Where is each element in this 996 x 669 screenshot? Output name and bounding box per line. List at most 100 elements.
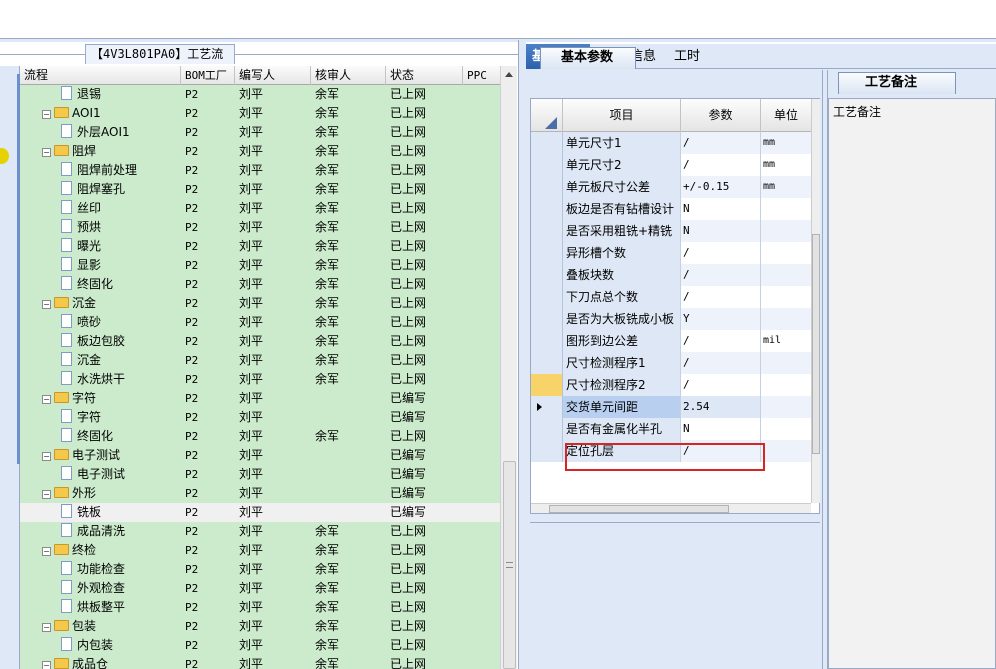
table-row[interactable]: 尺寸检测程序2/	[531, 374, 811, 396]
col-header-item[interactable]: 项目	[563, 99, 681, 132]
row-selector[interactable]	[531, 176, 563, 198]
table-row[interactable]: 单元尺寸2/mm	[531, 154, 811, 176]
row-selector[interactable]	[531, 242, 563, 264]
param-cell[interactable]: /	[681, 154, 761, 176]
tree-node[interactable]: 烘板整平	[61, 598, 125, 617]
param-cell[interactable]: N	[681, 220, 761, 242]
table-row[interactable]: 是否为大板铣成小板 Y	[531, 308, 811, 330]
param-cell[interactable]: N	[681, 418, 761, 440]
table-row[interactable]: 板边是否有钻槽设计 N	[531, 198, 811, 220]
collapse-icon[interactable]: −	[42, 547, 51, 556]
table-row[interactable]: 曝光 P2 刘平 余军 已上网	[20, 237, 500, 256]
col-header-bom[interactable]: BOM工厂	[181, 66, 235, 85]
tree-node[interactable]: 成品清洗	[61, 522, 125, 541]
select-all-corner[interactable]	[531, 99, 563, 132]
tree-node[interactable]: 曝光	[61, 237, 101, 256]
tree-node[interactable]: − 包装	[42, 617, 96, 636]
table-row[interactable]: − AOI1 P2 刘平 余军 已上网	[20, 104, 500, 123]
row-selector[interactable]	[531, 352, 563, 374]
row-selector[interactable]	[531, 220, 563, 242]
tree-node[interactable]: 板边包胶	[61, 332, 125, 351]
tree-node[interactable]: − 成品仓	[42, 655, 108, 669]
table-row[interactable]: 烘板整平 P2 刘平 余军 已上网	[20, 598, 500, 617]
table-row[interactable]: 异形槽个数 /	[531, 242, 811, 264]
table-row[interactable]: 阻焊塞孔 P2 刘平 余军 已上网	[20, 180, 500, 199]
row-selector[interactable]	[531, 154, 563, 176]
row-selector[interactable]	[531, 396, 563, 418]
table-row[interactable]: 图形到边公差 / mil	[531, 330, 811, 352]
table-row[interactable]: 丝印 P2 刘平 余军 已上网	[20, 199, 500, 218]
table-row[interactable]: 功能检查 P2 刘平 余军 已上网	[20, 560, 500, 579]
col-header-writer[interactable]: 编写人	[235, 66, 311, 85]
tree-node[interactable]: 外观检查	[61, 579, 125, 598]
table-row[interactable]: − 阻焊 P2 刘平 余军 已上网	[20, 142, 500, 161]
collapse-icon[interactable]: −	[42, 490, 51, 499]
left-collapsed-strip[interactable]	[0, 66, 20, 669]
tree-node[interactable]: 字符	[61, 408, 101, 427]
col-header-reviewer[interactable]: 核审人	[311, 66, 386, 85]
param-cell[interactable]: +/-0.15	[681, 176, 761, 198]
table-row[interactable]: − 包装 P2 刘平 余军 已上网	[20, 617, 500, 636]
scrollbar-thumb[interactable]	[549, 505, 729, 513]
table-row[interactable]: 水洗烘干 P2 刘平 余军 已上网	[20, 370, 500, 389]
table-row[interactable]: 字符 P2 刘平 已编写	[20, 408, 500, 427]
collapse-icon[interactable]: −	[42, 452, 51, 461]
tree-node[interactable]: 喷砂	[61, 313, 101, 332]
row-selector[interactable]	[531, 418, 563, 440]
table-row[interactable]: 电子测试 P2 刘平 已编写	[20, 465, 500, 484]
tree-node[interactable]: 终固化	[61, 275, 113, 294]
param-cell[interactable]: 2.54	[681, 396, 761, 418]
tree-node[interactable]: 沉金	[61, 351, 101, 370]
tree-node[interactable]: 显影	[61, 256, 101, 275]
table-row[interactable]: 是否采用粗铣+精铣 N	[531, 220, 811, 242]
tree-node[interactable]: 水洗烘干	[61, 370, 125, 389]
subtab-process-notes[interactable]: 工艺备注	[838, 72, 956, 94]
panel-splitter[interactable]	[518, 40, 526, 669]
col-header-ppc[interactable]: PPC	[463, 66, 500, 85]
table-row[interactable]: 交货单元间距 2.54	[531, 396, 811, 418]
tree-node[interactable]: 功能检查	[61, 560, 125, 579]
param-cell[interactable]: /	[681, 242, 761, 264]
scroll-up-icon[interactable]	[505, 72, 513, 77]
tree-node[interactable]: 阻焊前处理	[61, 161, 137, 180]
table-row[interactable]: − 字符 P2 刘平 已编写	[20, 389, 500, 408]
table-row[interactable]: 预烘 P2 刘平 余军 已上网	[20, 218, 500, 237]
table-row[interactable]: 终固化 P2 刘平 余军 已上网	[20, 275, 500, 294]
process-grid-scrollbar[interactable]	[500, 66, 517, 669]
row-selector[interactable]	[531, 440, 563, 462]
scrollbar-thumb[interactable]	[503, 461, 516, 669]
tab-work-hours[interactable]: 工时	[668, 44, 706, 69]
table-row[interactable]: 外层AOI1 P2 刘平 余军 已上网	[20, 123, 500, 142]
scrollbar-thumb[interactable]	[812, 234, 820, 454]
table-row[interactable]: 退锡 P2 刘平 余军 已上网	[20, 85, 500, 104]
table-row[interactable]: 下刀点总个数 /	[531, 286, 811, 308]
tree-node[interactable]: 铣板	[61, 503, 101, 522]
param-cell[interactable]: /	[681, 352, 761, 374]
subtab-basic-params[interactable]: 基本参数	[540, 47, 636, 69]
table-row[interactable]: 阻焊前处理 P2 刘平 余军 已上网	[20, 161, 500, 180]
row-selector[interactable]	[531, 330, 563, 352]
table-row[interactable]: 显影 P2 刘平 余军 已上网	[20, 256, 500, 275]
param-cell[interactable]: /	[681, 286, 761, 308]
collapse-icon[interactable]: −	[42, 661, 51, 669]
tree-node[interactable]: − 阻焊	[42, 142, 96, 161]
table-row[interactable]: 叠板块数 /	[531, 264, 811, 286]
param-cell[interactable]: N	[681, 198, 761, 220]
table-row[interactable]: 沉金 P2 刘平 余军 已上网	[20, 351, 500, 370]
tree-node[interactable]: 预烘	[61, 218, 101, 237]
table-row[interactable]: 是否有金属化半孔 N	[531, 418, 811, 440]
tree-node[interactable]: 丝印	[61, 199, 101, 218]
tree-node[interactable]: 外层AOI1	[61, 123, 130, 142]
tree-node[interactable]: − 电子测试	[42, 446, 120, 465]
table-row[interactable]: 成品清洗 P2 刘平 余军 已上网	[20, 522, 500, 541]
table-row[interactable]: − 终检 P2 刘平 余军 已上网	[20, 541, 500, 560]
params-vertical-scrollbar[interactable]	[811, 99, 820, 503]
col-header-param[interactable]: 参数	[681, 99, 761, 132]
params-horizontal-scrollbar[interactable]	[531, 503, 811, 513]
tree-node[interactable]: − AOI1	[42, 104, 101, 123]
col-header-status[interactable]: 状态	[386, 66, 463, 85]
collapse-icon[interactable]: −	[42, 300, 51, 309]
tree-node[interactable]: 内包装	[61, 636, 113, 655]
table-row[interactable]: − 外形 P2 刘平 已编写	[20, 484, 500, 503]
table-row[interactable]: 铣板 P2 刘平 已编写	[20, 503, 500, 522]
